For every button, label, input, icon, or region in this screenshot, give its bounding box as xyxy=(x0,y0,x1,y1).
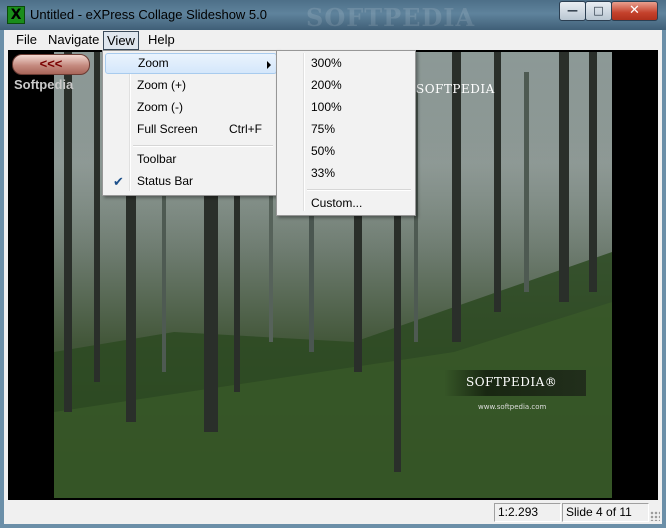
zoom-75-label: 75% xyxy=(311,122,336,136)
photo-watermark-bottom-text: SOFTPEDIA xyxy=(466,375,545,389)
view-menu-full-screen[interactable]: Full Screen Ctrl+F xyxy=(105,119,275,140)
menu-view[interactable]: View xyxy=(103,31,139,50)
zoom-50-label: 50% xyxy=(311,144,336,158)
resize-grip-icon[interactable] xyxy=(650,511,660,521)
menu-navigate[interactable]: Navigate xyxy=(45,31,102,48)
view-menu-full-screen-shortcut: Ctrl+F xyxy=(229,122,262,136)
zoom-50[interactable]: 50% xyxy=(279,141,413,162)
menu-help[interactable]: Help xyxy=(145,31,178,48)
view-menu-toolbar-label: Toolbar xyxy=(137,152,177,166)
view-menu-toolbar[interactable]: Toolbar xyxy=(105,149,275,170)
status-ratio: 1:2.293 xyxy=(494,503,561,522)
view-menu-zoom-out[interactable]: Zoom (-) xyxy=(105,97,275,118)
menu-file[interactable]: File xyxy=(13,31,40,48)
titlebar-watermark: SOFTPEDIA xyxy=(306,3,476,32)
status-slide-counter: Slide 4 of 11 xyxy=(562,503,649,522)
view-menu: Zoom Zoom (+) Zoom (-) Full Screen Ctrl+… xyxy=(102,50,278,196)
photo-watermark-bottom-symbol: ® xyxy=(544,375,558,389)
menu-bar: File Navigate View Help xyxy=(4,30,662,50)
zoom-200[interactable]: 200% xyxy=(279,75,413,96)
zoom-300-label: 300% xyxy=(311,56,342,70)
view-menu-full-screen-label: Full Screen xyxy=(137,122,198,136)
submenu-arrow-icon xyxy=(267,61,271,69)
view-menu-zoom[interactable]: Zoom xyxy=(105,53,277,74)
window-title: Untitled - eXPress Collage Slideshow 5.0 xyxy=(30,7,268,22)
zoom-300[interactable]: 300% xyxy=(279,53,413,74)
maximize-button[interactable]: □ xyxy=(585,1,612,21)
photo-watermark-bottom: SOFTPEDIA® xyxy=(466,375,557,389)
view-menu-zoom-in[interactable]: Zoom (+) xyxy=(105,75,275,96)
side-watermark: Softpedia xyxy=(14,77,74,92)
photo-watermark-top: SOFTPEDIA xyxy=(416,82,495,96)
zoom-200-label: 200% xyxy=(311,78,342,92)
view-menu-status-bar[interactable]: ✔ Status Bar xyxy=(105,171,275,192)
view-menu-zoom-label: Zoom xyxy=(138,56,169,70)
zoom-33[interactable]: 33% xyxy=(279,163,413,184)
app-x-icon[interactable]: X xyxy=(7,6,25,24)
title-bar: SOFTPEDIA X Untitled - eXPress Collage S… xyxy=(0,0,666,32)
previous-slide-button[interactable]: <<< xyxy=(12,54,90,75)
submenu-separator xyxy=(307,189,411,191)
status-bar: 1:2.293 Slide 4 of 11 xyxy=(4,500,662,524)
photo-watermark-url: www.softpedia.com xyxy=(478,403,547,411)
zoom-custom-label: Custom... xyxy=(311,196,363,210)
menu-separator xyxy=(133,145,273,147)
zoom-custom[interactable]: Custom... xyxy=(279,193,413,214)
zoom-33-label: 33% xyxy=(311,166,336,180)
view-menu-zoom-out-label: Zoom (-) xyxy=(137,100,183,114)
view-menu-status-bar-label: Status Bar xyxy=(137,174,194,188)
zoom-submenu: 300% 200% 100% 75% 50% 33% Custom... xyxy=(276,50,416,216)
close-button[interactable]: ✕ xyxy=(611,1,658,21)
checkmark-icon: ✔ xyxy=(113,174,124,189)
zoom-100-label: 100% xyxy=(311,100,342,114)
view-menu-zoom-in-label: Zoom (+) xyxy=(137,78,187,92)
minimize-button[interactable]: — xyxy=(559,1,586,21)
zoom-100[interactable]: 100% xyxy=(279,97,413,118)
zoom-75[interactable]: 75% xyxy=(279,119,413,140)
